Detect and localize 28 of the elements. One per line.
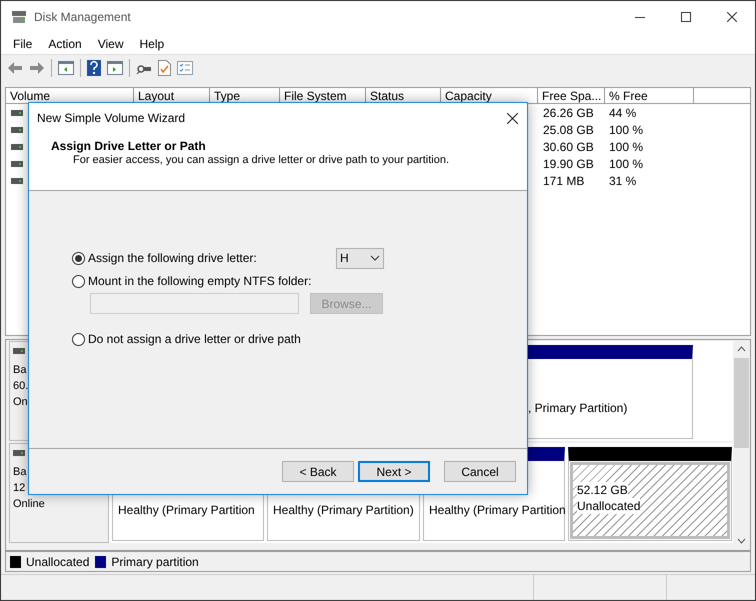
disk-label-text: Ba [13, 465, 28, 480]
table-cell: 100 % [609, 156, 644, 170]
disk-label-text: 12 [13, 481, 26, 496]
table-cell: 31 % [609, 174, 636, 188]
table-cell: 30.60 GB [543, 140, 594, 154]
disk-label-text: 60. [13, 379, 30, 394]
window-title: Disk Management [34, 9, 131, 26]
partition-text: Unallocated [577, 498, 640, 514]
wizard-description: For easier access, you can assign a drive letter or drive path to your partition. [72, 153, 450, 167]
wizard-heading: Assign Drive Letter or Path [50, 139, 207, 153]
partition-text: Healthy (Primary Partition [118, 502, 256, 518]
table-cell: 19.90 GB [543, 156, 594, 170]
table-cell: 171 MB [543, 174, 584, 188]
table-cell: 100 % [609, 140, 644, 154]
table-cell: 26.26 GB [543, 106, 594, 120]
partition-text: 52.12 GB [577, 482, 628, 498]
table-cell: 100 % [609, 122, 644, 136]
legend-label: Primary partition [111, 554, 199, 570]
legend-label: Unallocated [26, 554, 90, 570]
disk-label-text: Online [13, 497, 46, 512]
partition-text: Healthy (Primary Partition [429, 502, 564, 518]
table-cell: 44 % [609, 106, 636, 120]
partition-text: Healthy (Primary Partition) [273, 502, 415, 518]
disk-label-text: On [13, 395, 29, 410]
disk-label-text: Ba [13, 363, 28, 378]
partition-text: , Primary Partition) [528, 400, 628, 416]
table-cell: 25.08 GB [543, 122, 594, 136]
dialog-title: New Simple Volume Wizard [37, 110, 186, 127]
